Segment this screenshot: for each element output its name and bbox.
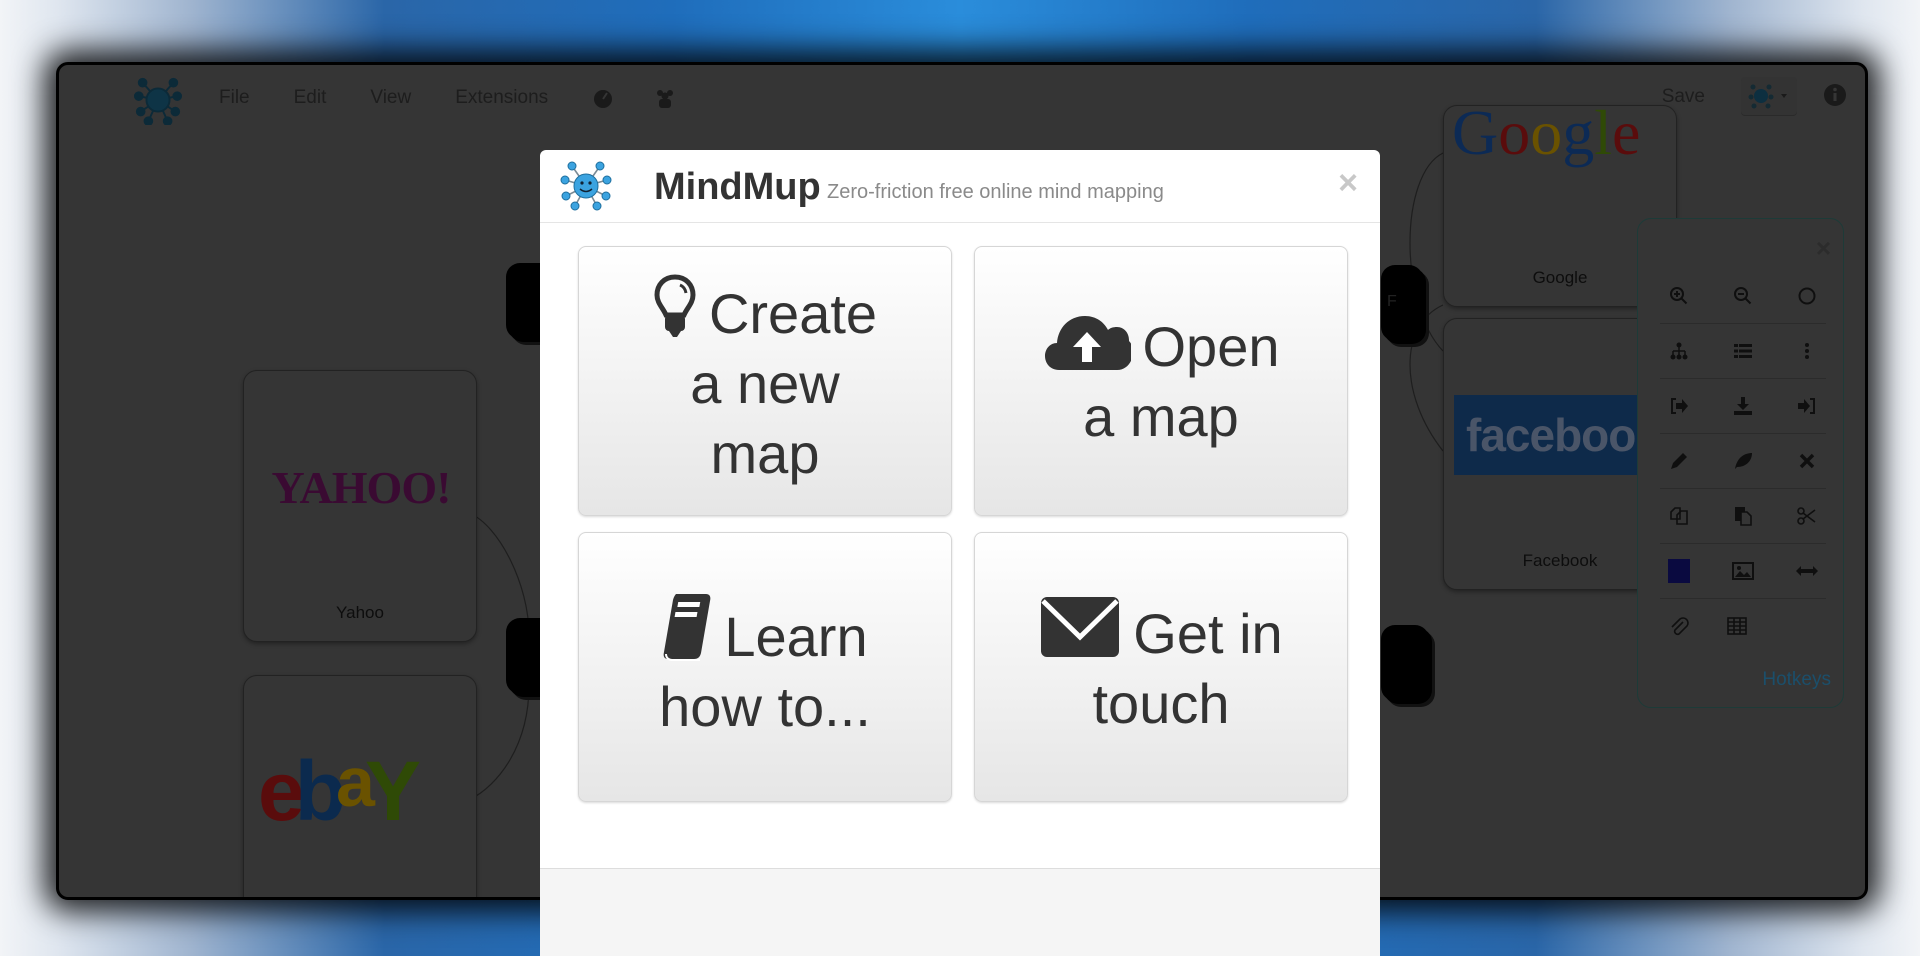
- color-swatch-icon[interactable]: [1668, 559, 1690, 583]
- list-icon[interactable]: [1732, 340, 1754, 362]
- horizontal-arrows-icon[interactable]: [1796, 560, 1818, 582]
- map-node-ebay[interactable]: ebaY: [243, 675, 477, 897]
- tile-text-line3: map: [710, 422, 820, 485]
- tile-text-line2: a map: [1083, 385, 1239, 448]
- modal-body: Create a new map Open a map Learn how to…: [578, 246, 1350, 802]
- copy-icon[interactable]: [1668, 505, 1690, 527]
- more-vertical-icon[interactable]: [1796, 340, 1818, 362]
- modal-header: MindMup Zero-friction free online mind m…: [540, 150, 1380, 223]
- ebay-logo: ebaY: [258, 743, 421, 838]
- image-icon[interactable]: [1732, 560, 1754, 582]
- tile-text-line2: touch: [1092, 672, 1230, 735]
- create-new-map-button[interactable]: Create a new map: [578, 246, 952, 516]
- toolbox-panel: × Hotkeys: [1637, 218, 1844, 708]
- close-icon[interactable]: ×: [1338, 164, 1358, 203]
- get-in-touch-button[interactable]: Get in touch: [974, 532, 1348, 802]
- color-swatch: [1668, 559, 1690, 583]
- envelope-icon: [1041, 597, 1120, 657]
- node-label: Yahoo: [336, 603, 384, 622]
- open-map-button[interactable]: Open a map: [974, 246, 1348, 516]
- lightbulb-icon: [654, 274, 696, 337]
- tile-text-line2: a new: [690, 352, 840, 415]
- learn-how-to-button[interactable]: Learn how to...: [578, 532, 952, 802]
- tile-text-line1: Learn: [724, 605, 868, 668]
- import-icon[interactable]: [1796, 395, 1818, 417]
- mindmup-logo-icon: [560, 161, 612, 211]
- circle-icon[interactable]: [1796, 285, 1818, 307]
- table-icon[interactable]: [1726, 615, 1748, 637]
- export-icon[interactable]: [1668, 395, 1690, 417]
- google-logo: Google: [1452, 97, 1641, 168]
- yahoo-logo: YAHOO!: [271, 462, 452, 513]
- download-icon[interactable]: [1732, 395, 1754, 417]
- node-text: F: [1387, 293, 1397, 310]
- hierarchy-icon[interactable]: [1668, 340, 1690, 362]
- hotkeys-link[interactable]: Hotkeys: [1762, 669, 1831, 691]
- close-icon[interactable]: ×: [1816, 233, 1831, 264]
- tile-text-line1: Open: [1142, 315, 1280, 378]
- zoom-out-icon[interactable]: [1732, 285, 1754, 307]
- map-node-hidden[interactable]: F: [1381, 265, 1423, 341]
- delete-icon[interactable]: [1796, 450, 1818, 472]
- map-node-hidden[interactable]: [1381, 625, 1429, 701]
- welcome-modal: MindMup Zero-friction free online mind m…: [540, 150, 1380, 956]
- cut-icon[interactable]: [1796, 505, 1818, 527]
- modal-subtitle: Zero-friction free online mind mapping: [827, 181, 1164, 203]
- pencil-icon[interactable]: [1668, 450, 1690, 472]
- paste-icon[interactable]: [1732, 505, 1754, 527]
- leaf-icon[interactable]: [1732, 450, 1754, 472]
- modal-footer: [540, 868, 1380, 956]
- tile-text-line1: Create: [708, 282, 878, 345]
- map-node-yahoo[interactable]: YAHOO! Yahoo: [243, 370, 477, 642]
- tile-text-line2: how to...: [659, 675, 871, 738]
- book-icon: [664, 594, 711, 661]
- cloud-upload-icon: [1044, 316, 1133, 370]
- zoom-in-icon[interactable]: [1668, 285, 1690, 307]
- toolbox-grid: [1660, 269, 1826, 653]
- modal-title: MindMup: [654, 166, 821, 208]
- tile-text-line1: Get in: [1133, 602, 1283, 665]
- attachment-icon[interactable]: [1668, 615, 1690, 637]
